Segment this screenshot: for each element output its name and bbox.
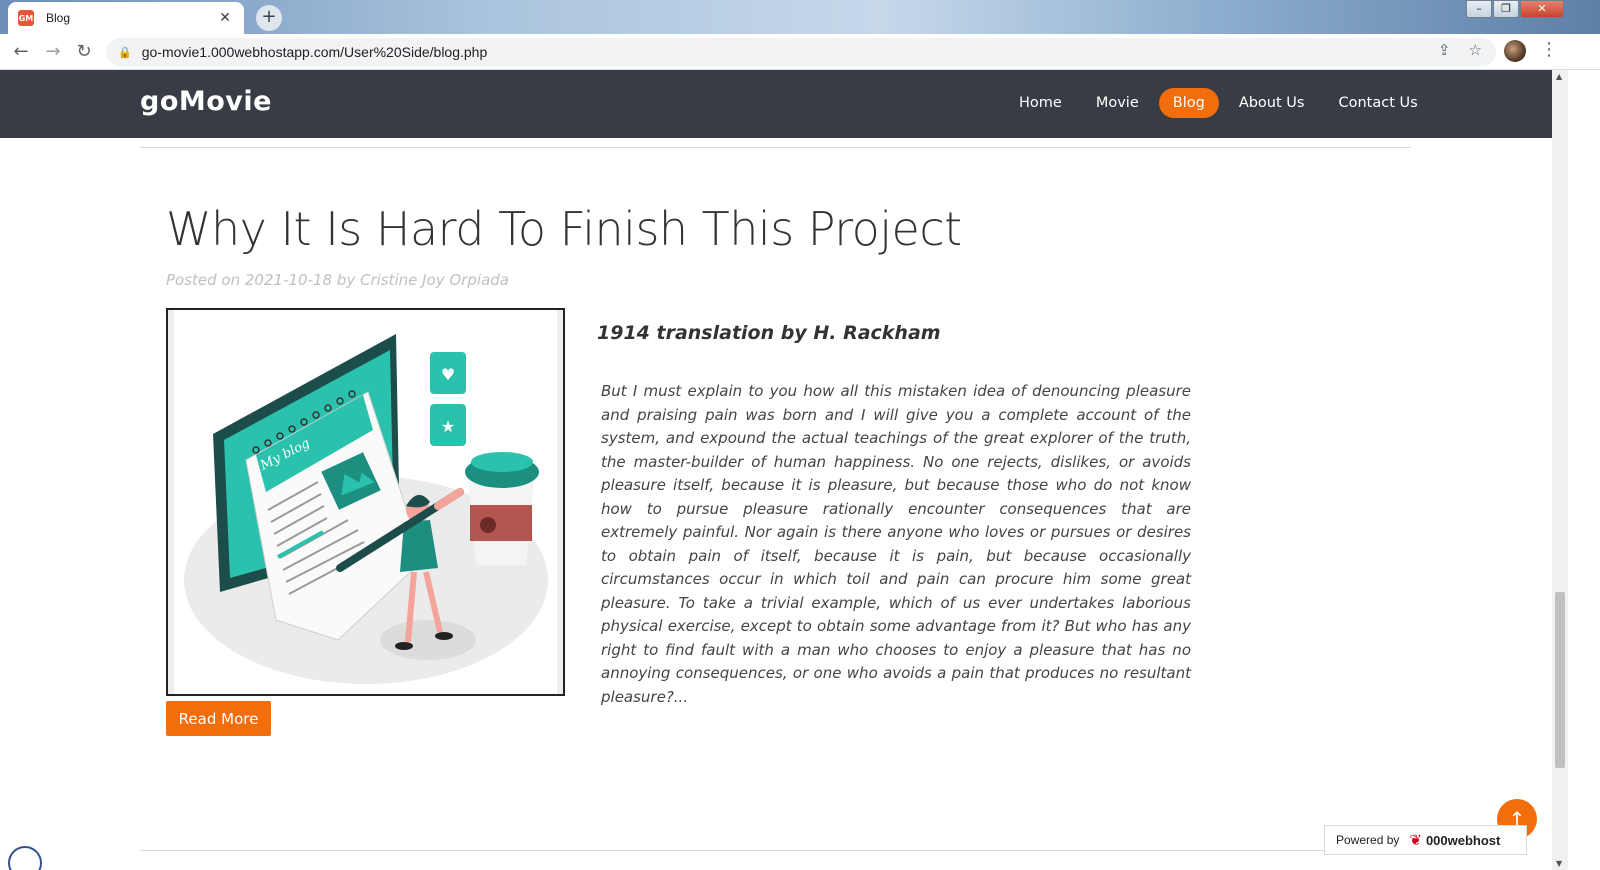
new-tab-button[interactable]: + bbox=[256, 5, 282, 31]
back-icon[interactable]: ← bbox=[8, 39, 34, 65]
nav-blog[interactable]: Blog bbox=[1158, 88, 1219, 118]
forward-icon[interactable]: → bbox=[40, 39, 66, 65]
powered-by-brand: 000webhost bbox=[1425, 832, 1501, 848]
main-nav: Home Movie Blog About Us Contact Us bbox=[1005, 88, 1438, 118]
browser-toolbar: ← → ↻ 🔒 go-movie1.000webhostapp.com/User… bbox=[0, 34, 1600, 70]
address-bar[interactable]: 🔒 go-movie1.000webhostapp.com/User%20Sid… bbox=[106, 38, 1496, 66]
post-meta: Posted on 2021-10-18 by Cristine Joy Orp… bbox=[166, 271, 509, 289]
svg-text:★: ★ bbox=[441, 417, 455, 436]
post-excerpt: But I must explain to you how all this m… bbox=[601, 382, 1191, 706]
url-text[interactable]: go-movie1.000webhostapp.com/User%20Side/… bbox=[142, 44, 488, 60]
tab-title: Blog bbox=[46, 11, 71, 25]
scroll-down-icon[interactable]: ▼ bbox=[1556, 859, 1562, 868]
share-icon[interactable]: ⇪ bbox=[1438, 41, 1451, 59]
menu-icon[interactable]: ⋮ bbox=[1540, 39, 1558, 60]
page-scrollbar[interactable]: ▲ ▼ bbox=[1552, 70, 1568, 870]
profile-avatar[interactable] bbox=[1504, 40, 1526, 62]
minimize-button[interactable]: – bbox=[1466, 0, 1492, 18]
post-title: Why It Is Hard To Finish This Project bbox=[166, 202, 962, 256]
nav-about-us[interactable]: About Us bbox=[1225, 88, 1319, 118]
webhost-logo-icon: ❦ bbox=[1409, 832, 1422, 849]
window-edge bbox=[1568, 70, 1600, 870]
reload-icon[interactable]: ↻ bbox=[71, 39, 97, 65]
post-subtitle: 1914 translation by H. Rackham bbox=[597, 322, 941, 344]
star-icon[interactable]: ☆ bbox=[1469, 41, 1482, 59]
powered-by-badge[interactable]: Powered by ❦ 000webhost bbox=[1324, 825, 1527, 855]
scrollbar-thumb[interactable] bbox=[1555, 592, 1565, 768]
site-brand[interactable]: goMovie bbox=[140, 86, 272, 117]
svg-text:♥: ♥ bbox=[441, 365, 455, 384]
nav-movie[interactable]: Movie bbox=[1082, 88, 1153, 118]
divider bbox=[140, 147, 1411, 148]
page-viewport: goMovie Home Movie Blog About Us Contact… bbox=[0, 70, 1552, 870]
divider bbox=[140, 850, 1411, 851]
blog-illustration: My blog ♥ ★ bbox=[168, 310, 563, 694]
powered-by-label: Powered by bbox=[1336, 833, 1400, 847]
lock-icon[interactable]: 🔒 bbox=[118, 46, 132, 59]
nav-home[interactable]: Home bbox=[1005, 88, 1076, 118]
accessibility-badge-icon[interactable] bbox=[8, 846, 42, 870]
scroll-up-icon[interactable]: ▲ bbox=[1556, 72, 1562, 81]
site-header: goMovie Home Movie Blog About Us Contact… bbox=[0, 70, 1552, 138]
close-tab-icon[interactable]: ✕ bbox=[216, 10, 234, 26]
browser-tabstrip: GM Blog ✕ + – ❐ ✕ bbox=[0, 0, 1600, 34]
read-more-button[interactable]: Read More bbox=[166, 701, 271, 736]
close-window-button[interactable]: ✕ bbox=[1520, 0, 1564, 18]
restore-button[interactable]: ❐ bbox=[1493, 0, 1519, 18]
nav-contact-us[interactable]: Contact Us bbox=[1324, 88, 1431, 118]
browser-tab[interactable]: GM Blog ✕ bbox=[8, 2, 244, 34]
post-image: My blog ♥ ★ bbox=[166, 308, 565, 696]
window-controls: – ❐ ✕ bbox=[1465, 0, 1564, 20]
site-favicon-icon: GM bbox=[18, 10, 34, 26]
